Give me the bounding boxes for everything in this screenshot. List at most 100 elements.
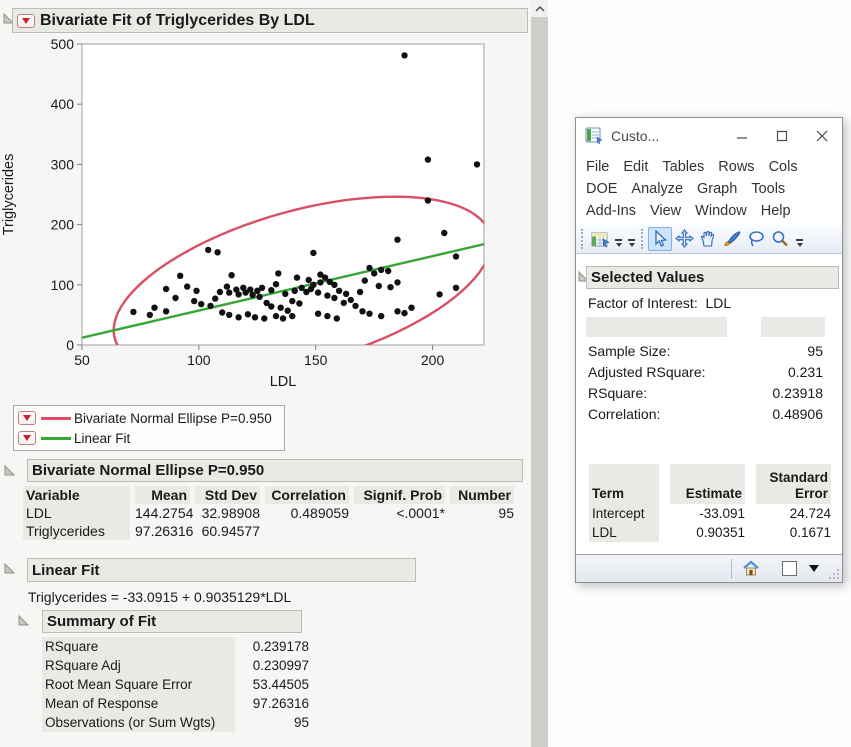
data-point[interactable] — [147, 312, 153, 318]
data-point[interactable] — [310, 282, 316, 288]
menu-rows[interactable]: Rows — [718, 159, 754, 175]
home-button[interactable] — [742, 560, 760, 577]
data-point[interactable] — [130, 309, 136, 315]
toolbar-dropdown[interactable] — [793, 228, 806, 250]
data-point[interactable] — [163, 286, 169, 292]
data-point[interactable] — [453, 253, 459, 259]
data-point[interactable] — [315, 311, 321, 317]
data-point[interactable] — [296, 300, 302, 306]
data-point[interactable] — [207, 303, 213, 309]
move-tool[interactable] — [672, 227, 696, 251]
data-point[interactable] — [366, 311, 372, 317]
data-point[interactable] — [289, 298, 295, 304]
grabber-hand-tool[interactable] — [696, 227, 720, 251]
data-point[interactable] — [376, 283, 382, 289]
data-point[interactable] — [317, 279, 323, 285]
data-point[interactable] — [193, 288, 199, 294]
data-point[interactable] — [378, 313, 384, 319]
menu-file[interactable]: File — [586, 159, 609, 175]
data-point[interactable] — [441, 230, 447, 236]
data-point[interactable] — [474, 161, 480, 167]
data-point[interactable] — [315, 289, 321, 295]
data-point[interactable] — [273, 281, 279, 287]
data-point[interactable] — [235, 314, 241, 320]
toolbar-drag-handle[interactable] — [581, 229, 584, 249]
data-point[interactable] — [259, 285, 265, 291]
data-point[interactable] — [214, 249, 220, 255]
data-point[interactable] — [371, 270, 377, 276]
new-data-table-button[interactable] — [588, 227, 612, 251]
data-point[interactable] — [282, 291, 288, 297]
status-dropdown-icon[interactable] — [809, 565, 819, 572]
resize-grip[interactable] — [828, 568, 840, 580]
data-point[interactable] — [306, 277, 312, 283]
menu-analyze[interactable]: Analyze — [631, 181, 683, 197]
data-point[interactable] — [240, 285, 246, 291]
menu-help[interactable]: Help — [761, 203, 791, 219]
data-point[interactable] — [331, 282, 337, 288]
data-point[interactable] — [336, 288, 342, 294]
red-triangle-menu-button[interactable] — [18, 411, 36, 425]
data-point[interactable] — [401, 52, 407, 58]
data-point[interactable] — [252, 314, 258, 320]
toolbar-dropdown[interactable] — [625, 228, 638, 250]
toolbar-dropdown[interactable] — [612, 228, 625, 250]
data-point[interactable] — [245, 311, 251, 317]
data-point[interactable] — [289, 313, 295, 319]
data-point[interactable] — [177, 273, 183, 279]
brush-tool[interactable] — [720, 227, 744, 251]
data-point[interactable] — [343, 291, 349, 297]
data-point[interactable] — [205, 247, 211, 253]
data-point[interactable] — [261, 315, 267, 321]
data-point[interactable] — [359, 308, 365, 314]
data-point[interactable] — [366, 265, 372, 271]
menu-tools[interactable]: Tools — [751, 181, 785, 197]
vertical-scrollbar[interactable] — [531, 0, 548, 747]
disclosure-triangle-icon[interactable] — [4, 563, 15, 574]
menu-doe[interactable]: DOE — [586, 181, 617, 197]
scroll-up-button[interactable] — [531, 0, 548, 17]
menu-tables[interactable]: Tables — [662, 159, 704, 175]
data-point[interactable] — [385, 268, 391, 274]
data-point[interactable] — [401, 310, 407, 316]
data-point[interactable] — [278, 305, 284, 311]
menu-edit[interactable]: Edit — [623, 159, 648, 175]
data-point[interactable] — [378, 267, 384, 273]
scrollbar-thumb[interactable] — [531, 17, 548, 747]
disclosure-triangle-icon[interactable] — [18, 615, 29, 626]
data-point[interactable] — [268, 287, 274, 293]
selected-values-header[interactable]: Selected Values — [586, 266, 839, 289]
data-point[interactable] — [151, 305, 157, 311]
data-point[interactable] — [331, 295, 337, 301]
ellipse-section-header[interactable]: Bivariate Normal Ellipse P=0.950 — [27, 459, 523, 482]
data-point[interactable] — [352, 303, 358, 309]
data-point[interactable] — [303, 289, 309, 295]
menu-window[interactable]: Window — [695, 203, 747, 219]
data-point[interactable] — [224, 283, 230, 289]
data-point[interactable] — [226, 312, 232, 318]
data-point[interactable] — [394, 279, 400, 285]
menu-cols[interactable]: Cols — [769, 159, 798, 175]
data-point[interactable] — [394, 237, 400, 243]
data-point[interactable] — [191, 298, 197, 304]
data-point[interactable] — [334, 315, 340, 321]
data-point[interactable] — [357, 289, 363, 295]
data-point[interactable] — [310, 250, 316, 256]
data-point[interactable] — [198, 301, 204, 307]
data-point[interactable] — [219, 309, 225, 315]
data-point[interactable] — [387, 284, 393, 290]
linear-fit-section-header[interactable]: Linear Fit — [27, 558, 416, 582]
data-point[interactable] — [184, 283, 190, 289]
data-point[interactable] — [425, 197, 431, 203]
data-point[interactable] — [280, 315, 286, 321]
menu-add-ins[interactable]: Add-Ins — [586, 203, 636, 219]
data-point[interactable] — [453, 285, 459, 291]
data-point[interactable] — [425, 156, 431, 162]
data-point[interactable] — [275, 270, 281, 276]
lasso-tool[interactable] — [744, 227, 768, 251]
data-point[interactable] — [294, 274, 300, 280]
minimize-button[interactable] — [722, 121, 762, 151]
data-point[interactable] — [324, 313, 330, 319]
data-point[interactable] — [163, 308, 169, 314]
data-point[interactable] — [268, 303, 274, 309]
